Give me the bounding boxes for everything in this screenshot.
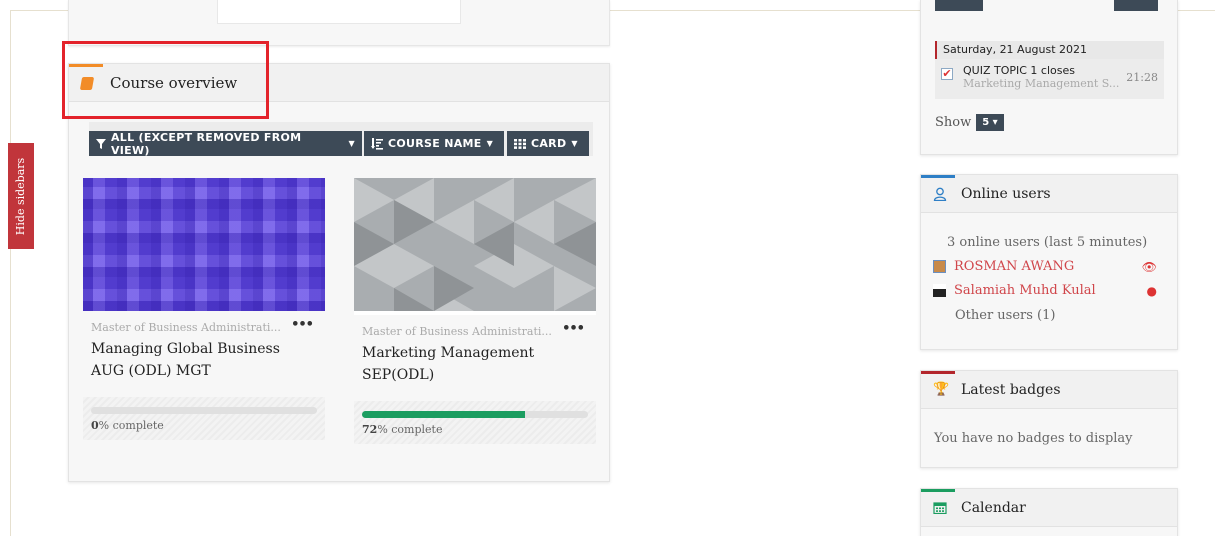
hide-sidebars-button[interactable]: Hide sidebars [8, 143, 34, 249]
online-users-content: 3 online users (last 5 minutes) ROSMAN A… [921, 213, 1177, 323]
sort-label: COURSE NAME [388, 137, 482, 150]
online-users-header: Online users [921, 175, 1177, 213]
online-users-title: Online users [961, 185, 1051, 202]
more-actions-icon[interactable]: ••• [291, 317, 314, 332]
avatar [933, 259, 946, 273]
progress-bar [362, 411, 588, 418]
timeline-sort-button[interactable] [1114, 0, 1158, 11]
online-user[interactable]: ROSMAN AWANG 👁 [933, 254, 1165, 278]
course-name-line2[interactable]: AUG (ODL) MGT [91, 360, 317, 382]
sort-dropdown[interactable]: COURSE NAME ▼ [364, 131, 504, 156]
more-actions-icon[interactable]: ••• [562, 321, 585, 336]
view-dropdown[interactable]: CARD ▼ [507, 131, 589, 156]
calendar-header: Calendar [921, 489, 1177, 527]
latest-badges-block: 🏆 Latest badges You have no badges to di… [920, 370, 1178, 468]
block-accent [921, 175, 955, 178]
show-label: Show [935, 115, 972, 130]
block-accent [69, 64, 103, 67]
course-name-line2[interactable]: SEP(ODL) [362, 364, 588, 386]
progress-text: 72% complete [362, 423, 443, 436]
course-card-body: Master of Business Administrati... ••• M… [83, 311, 325, 397]
trophy-icon: 🏆 [933, 382, 950, 397]
course-name-line1[interactable]: Marketing Management [362, 342, 588, 364]
event-title[interactable]: QUIZ TOPIC 1 closes [963, 64, 1075, 77]
event-course: Marketing Management S... [963, 77, 1120, 90]
course-name-line1[interactable]: Managing Global Business [91, 338, 317, 360]
chevron-down-icon: ▼ [348, 139, 355, 148]
quiz-icon: ✔ [941, 67, 953, 80]
event-time: 21:28 [1126, 71, 1158, 84]
online-user[interactable]: Salamiah Muhd Kulal ● [933, 278, 1165, 302]
message-icon[interactable]: ● [1147, 284, 1157, 298]
course-category: Master of Business Administrati... [91, 321, 281, 334]
course-progress-area: 72% complete [354, 401, 596, 444]
timeline-event[interactable]: ✔ QUIZ TOPIC 1 closes Marketing Manageme… [935, 59, 1164, 99]
book-icon [79, 77, 95, 90]
course-overview-header: Course overview [69, 64, 609, 102]
calendar-title: Calendar [961, 499, 1026, 516]
online-user-name[interactable]: Salamiah Muhd Kulal [954, 283, 1096, 298]
block-accent [921, 371, 955, 374]
latest-badges-title: Latest badges [961, 381, 1061, 398]
sort-icon [371, 137, 383, 150]
online-users-summary: 3 online users (last 5 minutes) [947, 235, 1148, 250]
filter-icon [96, 138, 106, 149]
course-progress-area: 0% complete [83, 397, 325, 440]
eye-icon[interactable]: 👁 [1142, 260, 1157, 274]
other-users: Other users (1) [955, 308, 1056, 323]
progress-text: 0% complete [91, 419, 164, 432]
grid-icon [514, 138, 526, 149]
previous-block [68, 0, 610, 46]
timeline-date: Saturday, 21 August 2021 [935, 41, 1164, 59]
progress-bar [91, 407, 317, 414]
course-overview-title: Course overview [110, 74, 238, 92]
course-card-body: Master of Business Administrati... ••• M… [354, 315, 596, 401]
show-count: Show 5 ▾ [935, 114, 1004, 131]
course-card[interactable]: Master of Business Administrati... ••• M… [83, 178, 325, 440]
timeline-block: Saturday, 21 August 2021 ✔ QUIZ TOPIC 1 … [920, 0, 1178, 155]
timeline-filter-button[interactable] [935, 0, 983, 11]
chevron-down-icon: ▼ [571, 139, 578, 148]
latest-badges-header: 🏆 Latest badges [921, 371, 1177, 409]
course-image[interactable] [354, 178, 596, 311]
course-image[interactable] [83, 178, 325, 311]
course-overview-block: Course overview ALL (EXCEPT REMOVED FROM… [68, 63, 610, 482]
grouping-dropdown[interactable]: ALL (EXCEPT REMOVED FROM VIEW) ▼ [89, 130, 362, 157]
online-users-block: Online users 3 online users (last 5 minu… [920, 174, 1178, 350]
view-label: CARD [531, 137, 567, 150]
hide-sidebars-label: Hide sidebars [14, 157, 28, 235]
course-category: Master of Business Administrati... [362, 325, 552, 338]
user-icon [933, 187, 947, 201]
show-count-dropdown[interactable]: 5 ▾ [976, 114, 1004, 131]
avatar [933, 283, 946, 297]
course-filter-toolbar: ALL (EXCEPT REMOVED FROM VIEW) ▼ COURSE … [89, 122, 593, 157]
latest-badges-message: You have no badges to display [934, 431, 1133, 446]
online-user-name[interactable]: ROSMAN AWANG [954, 259, 1074, 274]
calendar-icon [933, 502, 947, 514]
calendar-block: Calendar [920, 488, 1178, 536]
course-card[interactable]: Master of Business Administrati... ••• M… [354, 178, 596, 444]
previous-block-inner [217, 0, 461, 24]
progress-fill [362, 411, 525, 418]
block-accent [921, 489, 955, 492]
grouping-label: ALL (EXCEPT REMOVED FROM VIEW) [110, 130, 302, 157]
chevron-down-icon: ▼ [486, 139, 494, 148]
